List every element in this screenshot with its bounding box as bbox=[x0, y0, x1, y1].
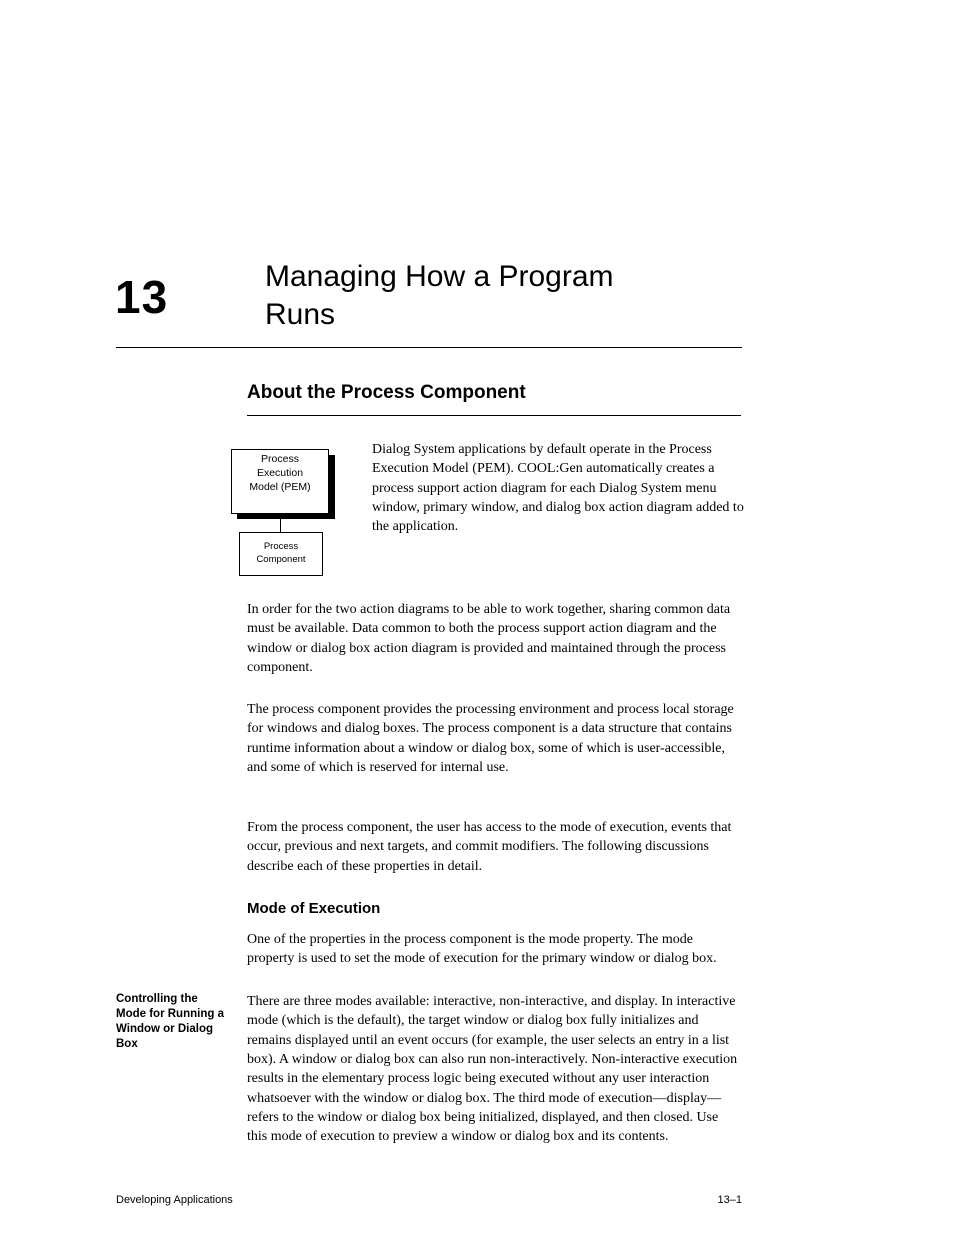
chapter-title-line2: Runs bbox=[265, 298, 335, 332]
diagram-parent-label: Process Execution Model (PEM) bbox=[231, 452, 329, 495]
diagram-parent-line2: Execution bbox=[257, 467, 303, 479]
mode-paragraph-2: There are three modes available: interac… bbox=[247, 992, 741, 1147]
body-paragraph-2: The process component provides the proce… bbox=[247, 700, 741, 777]
footer-right: 13–1 bbox=[718, 1194, 742, 1206]
subsection-heading-mode: Mode of Execution bbox=[247, 900, 380, 917]
chapter-number: 13 bbox=[115, 270, 168, 324]
footer-left: Developing Applications bbox=[116, 1194, 233, 1206]
body-paragraph-1: In order for the two action diagrams to … bbox=[247, 600, 741, 677]
diagram-child-label: Process Component bbox=[239, 540, 323, 567]
chapter-divider bbox=[116, 347, 742, 348]
chapter-title-line1: Managing How a Program bbox=[265, 260, 614, 294]
diagram-child-line2: Component bbox=[256, 554, 305, 565]
diagram-paragraph: Dialog System applications by default op… bbox=[372, 440, 746, 537]
diagram-child-line1: Process bbox=[264, 541, 298, 552]
body-paragraph-3: From the process component, the user has… bbox=[247, 818, 741, 876]
section-divider bbox=[247, 415, 741, 416]
diagram-parent-line3: Model (PEM) bbox=[249, 481, 310, 493]
diagram-parent-line1: Process bbox=[261, 453, 299, 465]
margin-note: Controlling the Mode for Running a Windo… bbox=[116, 992, 226, 1052]
mode-paragraph-1: One of the properties in the process com… bbox=[247, 930, 741, 969]
section-heading: About the Process Component bbox=[247, 382, 526, 404]
diagram-connector bbox=[280, 514, 281, 532]
